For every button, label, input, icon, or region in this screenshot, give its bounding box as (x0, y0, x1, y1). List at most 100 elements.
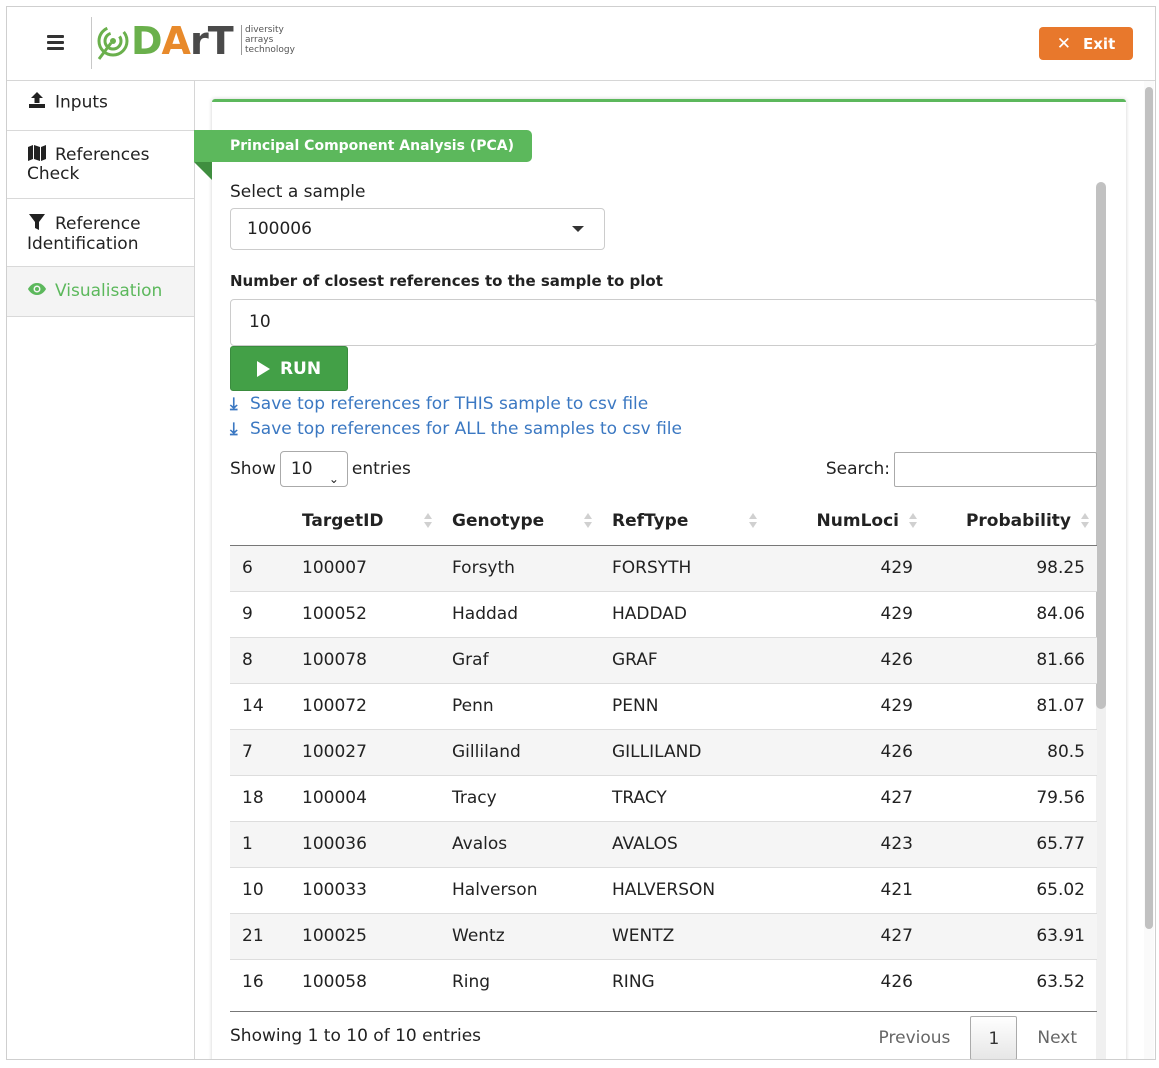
app-window: DArT diversity arrays technology ✕ Exit … (6, 6, 1156, 1060)
cell-index: 9 (230, 590, 290, 637)
page-1-button[interactable]: 1 (970, 1016, 1018, 1059)
download-icon: ⤓ (230, 394, 238, 414)
table-row[interactable]: 7 100027 Gilliland GILLILAND 426 80.5 (230, 728, 1097, 775)
cell-numloci: 427 (765, 774, 925, 821)
sort-icon (1081, 513, 1089, 529)
cell-genotype: Graf (440, 636, 600, 683)
cell-numloci: 429 (765, 682, 925, 729)
page-length-select[interactable]: 10 ⌄ (279, 451, 348, 487)
table-row[interactable]: 8 100078 Graf GRAF 426 81.66 (230, 636, 1097, 683)
hamburger-menu-icon[interactable] (47, 35, 64, 51)
save-all-samples-label: Save top references for ALL the samples … (250, 419, 682, 439)
sort-icon (584, 513, 592, 529)
col-header-numloci[interactable]: NumLoci (765, 497, 925, 546)
cell-numloci: 423 (765, 820, 925, 867)
cell-reftype: HALVERSON (600, 866, 765, 913)
cell-targetid: 100078 (290, 636, 440, 683)
sidebar-item-visualisation[interactable]: Visualisation (7, 267, 194, 317)
show-label: Show (230, 459, 276, 479)
sidebar: Inputs References Check Reference Identi… (7, 81, 195, 1059)
cell-reftype: AVALOS (600, 820, 765, 867)
num-refs-label: Number of closest references to the samp… (230, 272, 663, 290)
exit-label: Exit (1083, 34, 1116, 53)
cell-numloci: 426 (765, 728, 925, 775)
search-input[interactable] (894, 451, 1097, 487)
cell-index: 1 (230, 820, 290, 867)
table-controls: Show 10 ⌄ entries Search: (230, 451, 1097, 489)
col-header-probability[interactable]: Probability (925, 497, 1097, 546)
sidebar-item-reference-identification[interactable]: Reference Identification (7, 199, 194, 267)
cell-genotype: Halverson (440, 866, 600, 913)
table-row[interactable]: 14 100072 Penn PENN 429 81.07 (230, 682, 1097, 729)
upload-icon (27, 91, 47, 114)
pagination: Previous 1 Next (859, 1016, 1097, 1059)
sample-select[interactable]: 100006 (230, 208, 605, 250)
cell-index: 21 (230, 912, 290, 959)
cell-reftype: TRACY (600, 774, 765, 821)
table-header-row: TargetID Genotype RefType NumLoci Probab… (230, 497, 1097, 546)
col-header-targetid[interactable]: TargetID (290, 497, 440, 546)
cell-index: 6 (230, 545, 290, 591)
save-this-sample-link[interactable]: ⤓ Save top references for THIS sample to … (230, 393, 1097, 416)
ribbon-fold (194, 162, 212, 180)
close-icon: ✕ (1056, 33, 1071, 54)
cell-reftype: RING (600, 958, 765, 1005)
table-search: Search: (826, 451, 1097, 487)
sort-icon (909, 513, 917, 529)
cell-targetid: 100027 (290, 728, 440, 775)
dart-target-icon (97, 25, 129, 60)
sample-label: Select a sample (230, 182, 366, 202)
table-row[interactable]: 18 100004 Tracy TRACY 427 79.56 (230, 774, 1097, 821)
table-row[interactable]: 10 100033 Halverson HALVERSON 421 65.02 (230, 866, 1097, 913)
run-button[interactable]: RUN (230, 346, 348, 391)
panel-scrollbar-thumb[interactable] (1096, 182, 1106, 709)
cell-reftype: GRAF (600, 636, 765, 683)
cell-numloci: 426 (765, 636, 925, 683)
table-row[interactable]: 16 100058 Ring RING 426 63.52 (230, 958, 1097, 1005)
sidebar-item-references-check[interactable]: References Check (7, 131, 194, 199)
cell-genotype: Tracy (440, 774, 600, 821)
table-row[interactable]: 1 100036 Avalos AVALOS 423 65.77 (230, 820, 1097, 867)
page-scrollbar[interactable] (1144, 81, 1154, 1059)
cell-numloci: 429 (765, 590, 925, 637)
table-row[interactable]: 21 100025 Wentz WENTZ 427 63.91 (230, 912, 1097, 959)
table-row[interactable]: 6 100007 Forsyth FORSYTH 429 98.25 (230, 545, 1097, 591)
filter-icon (27, 213, 47, 235)
cell-genotype: Ring (440, 958, 600, 1005)
cell-index: 18 (230, 774, 290, 821)
table-row[interactable]: 9 100052 Haddad HADDAD 429 84.06 (230, 590, 1097, 637)
map-icon (27, 145, 47, 165)
cell-targetid: 100025 (290, 912, 440, 959)
num-refs-input[interactable]: 10 (230, 299, 1097, 346)
cell-probability: 63.52 (925, 958, 1097, 1005)
exit-button[interactable]: ✕ Exit (1039, 27, 1133, 60)
cell-targetid: 100033 (290, 866, 440, 913)
cell-numloci: 427 (765, 912, 925, 959)
cell-targetid: 100036 (290, 820, 440, 867)
download-icon: ⤓ (230, 419, 238, 439)
sort-icon (749, 513, 757, 529)
cell-probability: 81.07 (925, 682, 1097, 729)
sidebar-item-label: Inputs (55, 92, 108, 113)
col-header-genotype[interactable]: Genotype (440, 497, 600, 546)
run-label: RUN (279, 358, 322, 379)
previous-page-button[interactable]: Previous (859, 1016, 971, 1059)
sidebar-item-label: Visualisation (55, 281, 163, 301)
page-scrollbar-thumb[interactable] (1145, 87, 1153, 929)
col-header-reftype[interactable]: RefType (600, 497, 765, 546)
next-page-button[interactable]: Next (1017, 1016, 1097, 1059)
cell-probability: 98.25 (925, 545, 1097, 591)
cell-probability: 65.77 (925, 820, 1097, 867)
cell-probability: 65.02 (925, 866, 1097, 913)
cell-genotype: Avalos (440, 820, 600, 867)
cell-index: 8 (230, 636, 290, 683)
col-header-index[interactable] (230, 497, 290, 546)
cell-reftype: HADDAD (600, 590, 765, 637)
save-all-samples-link[interactable]: ⤓ Save top references for ALL the samples… (230, 418, 1097, 441)
sidebar-item-inputs[interactable]: Inputs (7, 81, 194, 131)
cell-index: 16 (230, 958, 290, 1005)
panel-scrollbar[interactable] (1096, 182, 1106, 1059)
cell-reftype: PENN (600, 682, 765, 729)
cell-genotype: Gilliland (440, 728, 600, 775)
cell-index: 7 (230, 728, 290, 775)
